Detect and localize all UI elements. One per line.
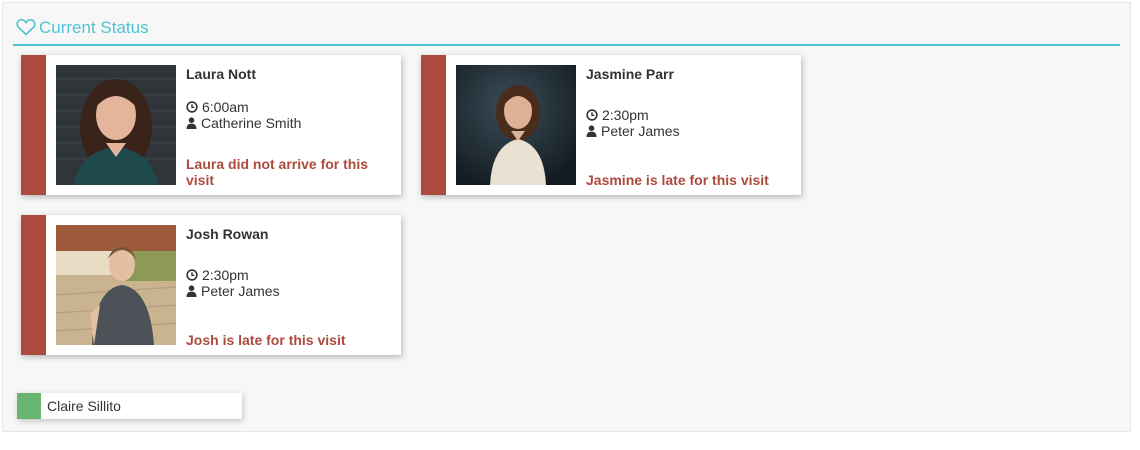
current-status-panel: Current Status Laura Nott 6:00am Catheri… xyxy=(2,2,1131,432)
client-name: Josh Rowan xyxy=(186,226,269,242)
heart-outline-icon xyxy=(16,18,36,36)
client-photo xyxy=(56,65,176,185)
carer-name-text: Catherine Smith xyxy=(201,115,302,131)
client-name: Laura Nott xyxy=(186,66,256,82)
visit-status-message: Josh is late for this visit xyxy=(186,332,346,348)
status-stripe xyxy=(421,55,446,195)
panel-title: Current Status xyxy=(39,18,149,37)
carer-name: Peter James xyxy=(186,283,280,299)
client-card-laura-nott[interactable]: Laura Nott 6:00am Catherine Smith Laura … xyxy=(21,55,401,195)
status-stripe xyxy=(21,215,46,355)
legend-label: Claire Sillito xyxy=(47,398,121,414)
client-card-josh-rowan[interactable]: Josh Rowan 2:30pm Peter James Josh is la… xyxy=(21,215,401,355)
clock-icon xyxy=(586,109,598,121)
clock-icon xyxy=(186,269,198,281)
carer-name-text: Peter James xyxy=(201,283,280,299)
visit-time-text: 2:30pm xyxy=(602,107,649,123)
clock-icon xyxy=(186,101,198,113)
visit-time: 2:30pm xyxy=(186,267,249,283)
carer-name: Catherine Smith xyxy=(186,115,301,131)
user-icon xyxy=(586,125,597,137)
client-name: Jasmine Parr xyxy=(586,66,674,82)
client-card-jasmine-parr[interactable]: Jasmine Parr 2:30pm Peter James Jasmine … xyxy=(421,55,801,195)
visit-status-message: Laura did not arrive for this visit xyxy=(186,156,369,188)
user-icon xyxy=(186,285,197,297)
panel-header: Current Status xyxy=(13,15,1120,46)
carer-name-text: Peter James xyxy=(601,123,680,139)
legend-swatch xyxy=(17,393,41,419)
client-photo xyxy=(456,65,576,185)
visit-time: 6:00am xyxy=(186,99,249,115)
visit-time-text: 6:00am xyxy=(202,99,249,115)
visit-status-message: Jasmine is late for this visit xyxy=(586,172,769,188)
legend-item-claire-sillito[interactable]: Claire Sillito xyxy=(17,393,242,419)
status-stripe xyxy=(21,55,46,195)
client-photo xyxy=(56,225,176,345)
user-icon xyxy=(186,117,197,129)
visit-time-text: 2:30pm xyxy=(202,267,249,283)
visit-time: 2:30pm xyxy=(586,107,649,123)
carer-name: Peter James xyxy=(586,123,680,139)
